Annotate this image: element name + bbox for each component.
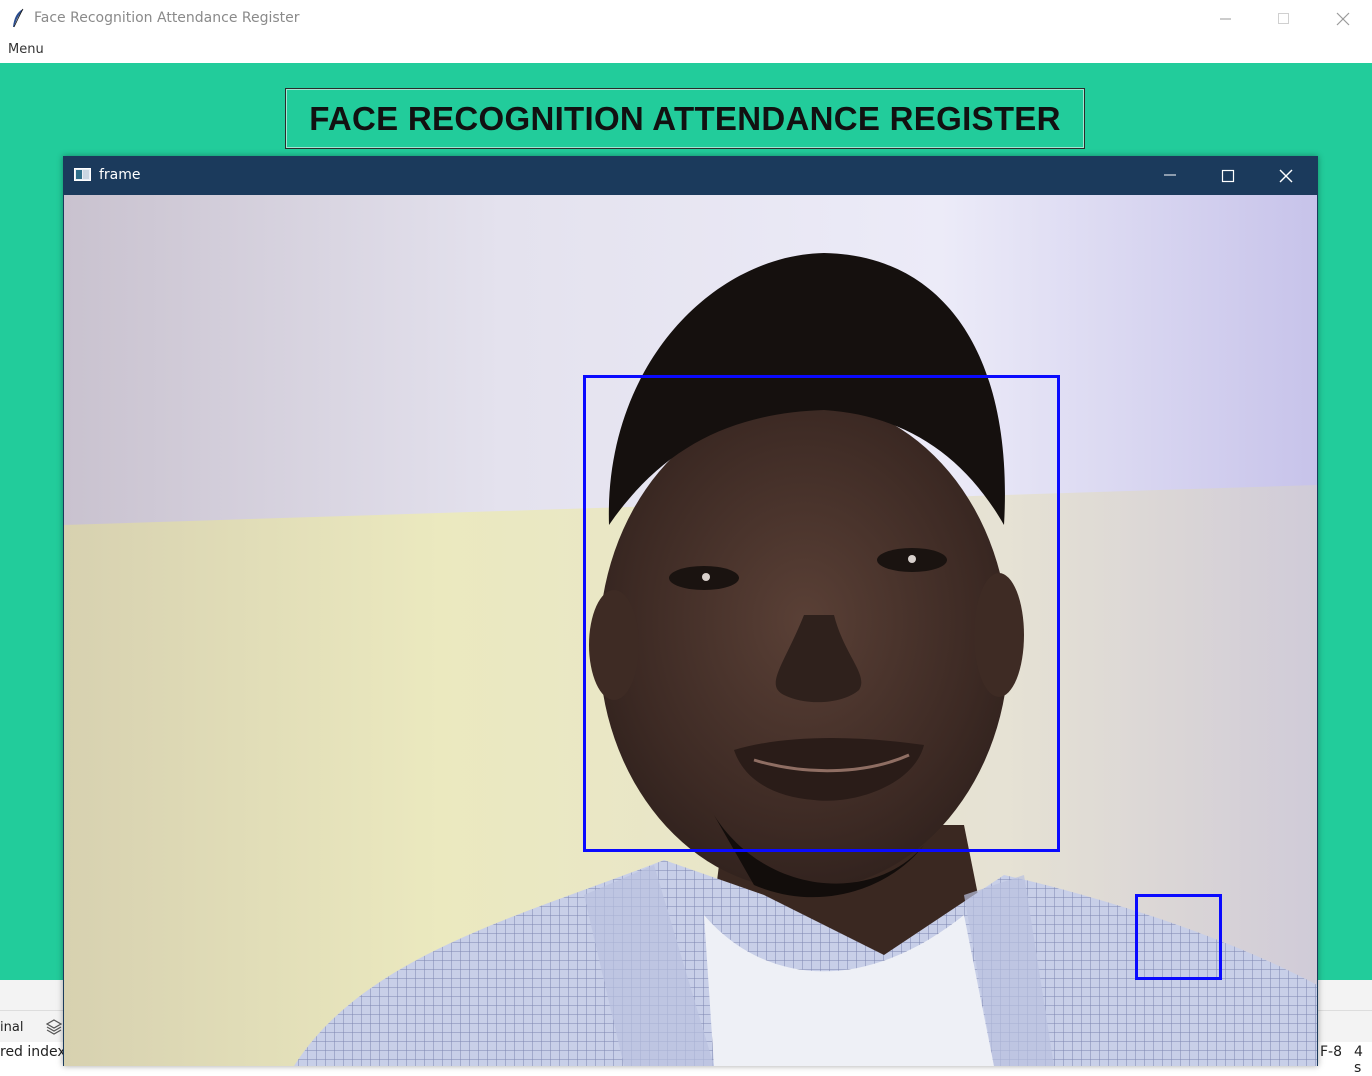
- heading-banner: FACE RECOGNITION ATTENDANCE REGISTER: [285, 88, 1085, 149]
- window-title: Face Recognition Attendance Register: [34, 10, 300, 26]
- menu-item-menu[interactable]: Menu: [8, 42, 44, 57]
- close-button[interactable]: [1314, 0, 1372, 38]
- menubar: Menu: [0, 38, 1372, 63]
- minimize-icon: [1220, 18, 1231, 20]
- status-indent[interactable]: 4 s: [1354, 1044, 1372, 1076]
- frame-close-button[interactable]: [1257, 156, 1315, 195]
- close-icon: [1336, 12, 1350, 26]
- maximize-button[interactable]: [1256, 0, 1314, 38]
- frame-minimize-button[interactable]: [1141, 156, 1199, 195]
- window-app-icon: [74, 168, 91, 181]
- page-title: FACE RECOGNITION ATTENDANCE REGISTER: [309, 99, 1061, 137]
- frame-titlebar[interactable]: frame: [63, 156, 1318, 195]
- secondary-detection-box: [1135, 894, 1222, 980]
- main-titlebar: Face Recognition Attendance Register: [0, 0, 1372, 38]
- feather-icon: [13, 8, 24, 28]
- minimize-button[interactable]: [1198, 0, 1256, 38]
- layers-icon[interactable]: [46, 1019, 62, 1035]
- minimize-icon: [1164, 174, 1176, 176]
- camera-feed: [64, 195, 1317, 1066]
- status-encoding[interactable]: F-8: [1320, 1044, 1342, 1060]
- ide-tab-terminal[interactable]: inal: [0, 1020, 23, 1035]
- frame-maximize-button[interactable]: [1199, 156, 1257, 195]
- face-detection-box: [583, 375, 1060, 852]
- frame-title: frame: [99, 167, 141, 183]
- close-icon: [1279, 169, 1293, 183]
- frame-window: frame: [63, 156, 1318, 1066]
- maximize-icon: [1221, 169, 1235, 183]
- maximize-icon: [1278, 13, 1289, 24]
